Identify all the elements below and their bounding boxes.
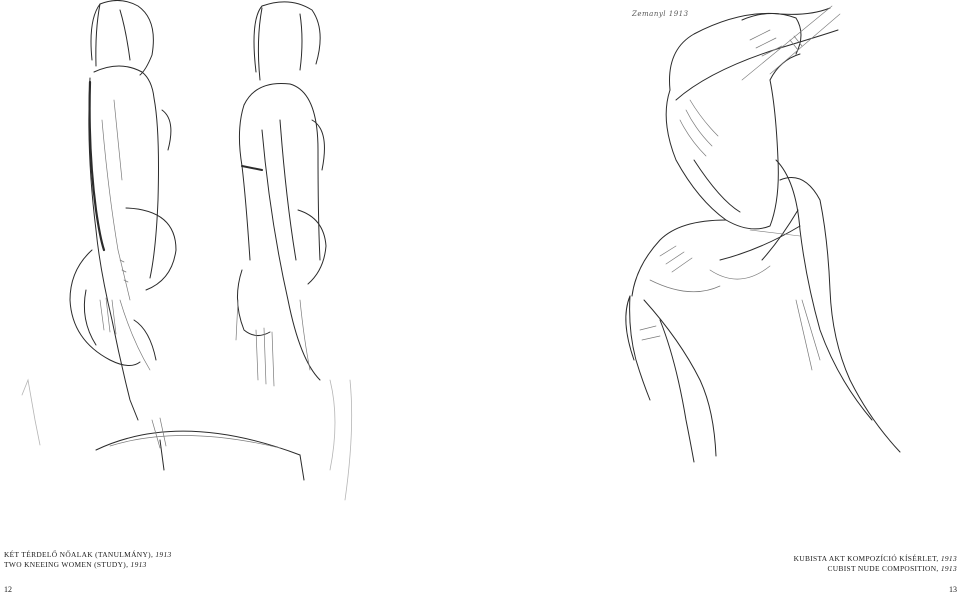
left-caption-hungarian: Két térdelő nőalak (tanulmány), 1913 <box>4 550 172 560</box>
left-page-number: 12 <box>4 585 12 594</box>
right-caption-english-title: Cubist nude composition, <box>827 564 941 573</box>
left-caption-english-year: 1913 <box>130 560 147 569</box>
cubist-nude-composition-drawing <box>625 5 901 463</box>
right-caption-english: Cubist nude composition, 1913 <box>794 564 957 574</box>
left-caption-hungarian-title: Két térdelő nőalak (tanulmány), <box>4 550 156 559</box>
right-caption-hungarian-title: Kubista akt kompozíció kísérlet, <box>793 554 941 563</box>
two-kneeling-women-drawing <box>21 0 353 501</box>
left-caption: Két térdelő nőalak (tanulmány), 1913 Two… <box>4 550 172 570</box>
right-caption-hungarian: Kubista akt kompozíció kísérlet, 1913 <box>794 554 957 564</box>
right-caption: Kubista akt kompozíció kísérlet, 1913 Cu… <box>794 554 957 574</box>
left-caption-hungarian-year: 1913 <box>155 550 172 559</box>
right-caption-english-year: 1913 <box>940 564 957 573</box>
left-caption-english-title: Two kneeing women (study), <box>4 560 131 569</box>
right-page-number: 13 <box>949 585 957 594</box>
left-caption-english: Two kneeing women (study), 1913 <box>4 560 172 570</box>
right-caption-hungarian-year: 1913 <box>940 554 957 563</box>
artist-signature: Zemanyl 1913 <box>632 10 689 18</box>
left-page: Két térdelő nőalak (tanulmány), 1913 Two… <box>0 0 479 597</box>
right-page: Zemanyl 1913 Kubista akt kompozíció kísé… <box>480 0 959 597</box>
